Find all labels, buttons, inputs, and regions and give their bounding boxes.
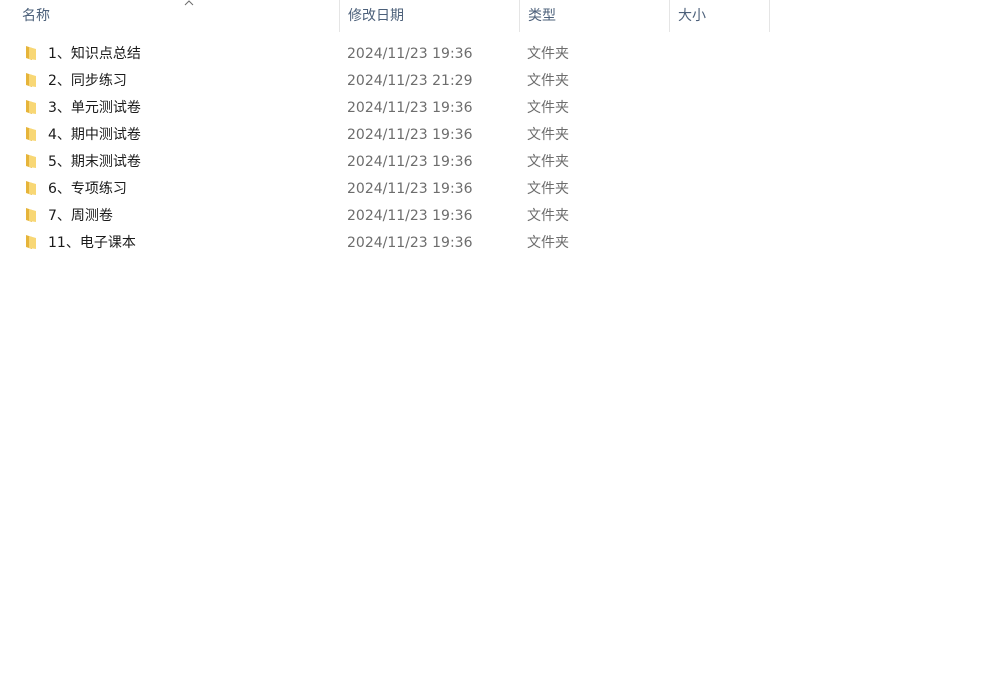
file-date: 2024/11/23 19:36 — [347, 46, 473, 62]
file-name: 6、专项练习 — [48, 181, 127, 197]
column-header-bar: 名称 修改日期 类型 大小 — [0, 0, 981, 33]
file-row[interactable]: 1、知识点总结 2024/11/23 19:36 文件夹 — [0, 41, 981, 68]
sort-ascending-caret-icon — [184, 0, 194, 6]
file-name: 11、电子课本 — [48, 235, 136, 251]
file-name: 5、期末测试卷 — [48, 154, 141, 170]
file-type: 文件夹 — [527, 154, 569, 170]
file-list: 1、知识点总结 2024/11/23 19:36 文件夹 2、同步练习 2024… — [0, 41, 981, 257]
file-date: 2024/11/23 19:36 — [347, 208, 473, 224]
file-row[interactable]: 5、期末测试卷 2024/11/23 19:36 文件夹 — [0, 149, 981, 176]
file-row[interactable]: 3、单元测试卷 2024/11/23 19:36 文件夹 — [0, 95, 981, 122]
file-date: 2024/11/23 19:36 — [347, 154, 473, 170]
file-type: 文件夹 — [527, 73, 569, 89]
file-row[interactable]: 6、专项练习 2024/11/23 19:36 文件夹 — [0, 176, 981, 203]
folder-icon — [26, 235, 36, 249]
file-date: 2024/11/23 19:36 — [347, 181, 473, 197]
folder-icon — [26, 154, 36, 168]
file-date: 2024/11/23 19:36 — [347, 100, 473, 116]
file-type: 文件夹 — [527, 208, 569, 224]
column-header-size-label: 大小 — [678, 8, 706, 24]
file-date: 2024/11/23 19:36 — [347, 235, 473, 251]
folder-icon — [26, 46, 36, 60]
folder-icon — [26, 73, 36, 87]
file-name: 2、同步练习 — [48, 73, 127, 89]
column-header-date-label: 修改日期 — [348, 8, 404, 24]
folder-icon — [26, 127, 36, 141]
file-type: 文件夹 — [527, 181, 569, 197]
file-row[interactable]: 2、同步练习 2024/11/23 21:29 文件夹 — [0, 68, 981, 95]
column-header-name-label: 名称 — [22, 8, 50, 24]
column-header-date[interactable]: 修改日期 — [340, 0, 520, 32]
file-date: 2024/11/23 19:36 — [347, 127, 473, 143]
file-name: 4、期中测试卷 — [48, 127, 141, 143]
column-header-type[interactable]: 类型 — [520, 0, 670, 32]
file-type: 文件夹 — [527, 235, 569, 251]
file-name: 1、知识点总结 — [48, 46, 141, 62]
column-header-name[interactable]: 名称 — [14, 0, 340, 32]
folder-icon — [26, 181, 36, 195]
file-type: 文件夹 — [527, 127, 569, 143]
file-name: 3、单元测试卷 — [48, 100, 141, 116]
column-header-type-label: 类型 — [528, 8, 556, 24]
folder-icon — [26, 208, 36, 222]
file-row[interactable]: 11、电子课本 2024/11/23 19:36 文件夹 — [0, 230, 981, 257]
folder-icon — [26, 100, 36, 114]
file-date: 2024/11/23 21:29 — [347, 73, 473, 89]
column-header-size[interactable]: 大小 — [670, 0, 770, 32]
file-type: 文件夹 — [527, 46, 569, 62]
file-row[interactable]: 7、周测卷 2024/11/23 19:36 文件夹 — [0, 203, 981, 230]
file-name: 7、周测卷 — [48, 208, 113, 224]
file-row[interactable]: 4、期中测试卷 2024/11/23 19:36 文件夹 — [0, 122, 981, 149]
file-type: 文件夹 — [527, 100, 569, 116]
